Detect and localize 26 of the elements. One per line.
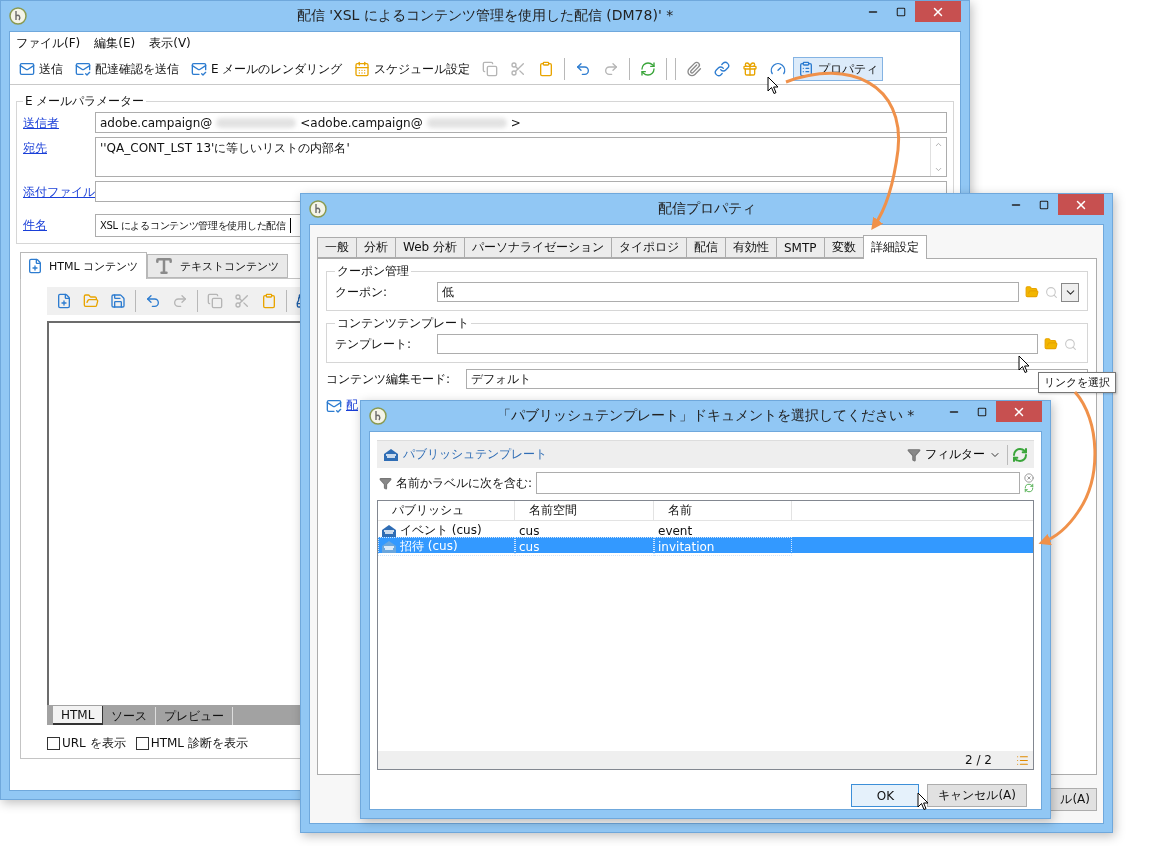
group-title: コンテンツテンプレート bbox=[336, 315, 470, 332]
window-title: 「パブリッシュテンプレート」ドキュメントを選択してください * bbox=[496, 407, 915, 425]
field-text: 低 bbox=[442, 283, 454, 301]
table-cell: cus bbox=[519, 539, 540, 554]
group-title: クーポン管理 bbox=[336, 263, 410, 280]
group-title: E メールパラメーター bbox=[24, 93, 146, 110]
field-text: > bbox=[510, 115, 521, 130]
field-text: XSL によるコンテンツ管理を使用した配信 bbox=[100, 218, 286, 233]
field-label: クーポン: bbox=[335, 283, 389, 301]
field-label: テンプレート: bbox=[335, 335, 413, 353]
table-cell: event bbox=[658, 523, 693, 538]
window-title: 配信プロパティ bbox=[657, 200, 756, 218]
window-title: 配信 'XSL によるコンテンツ管理を使用した配信 (DM78)' * bbox=[296, 7, 674, 25]
field-text: <adobe.campaign@ bbox=[300, 115, 423, 130]
field-label: 名前かラベルに次を含む: bbox=[396, 474, 533, 492]
table-cell: 招待 (cus) bbox=[400, 538, 458, 555]
field-text: adobe.campaign@ bbox=[100, 115, 213, 130]
record-count: 2 / 2 bbox=[965, 753, 992, 767]
panel-title: パブリッシュテンプレート bbox=[403, 446, 547, 463]
field-text: ''QA_CONT_LST 13'に等しいリストの内部名' bbox=[100, 140, 350, 157]
field-label: コンテンツ編集モード: bbox=[326, 370, 452, 388]
tooltip: リンクを選択 bbox=[1038, 372, 1116, 393]
table-cell: イベント (cus) bbox=[400, 522, 482, 539]
table-cell: cus bbox=[519, 523, 540, 538]
table-cell: invitation bbox=[658, 539, 715, 554]
field-text: デフォルト bbox=[471, 370, 531, 388]
